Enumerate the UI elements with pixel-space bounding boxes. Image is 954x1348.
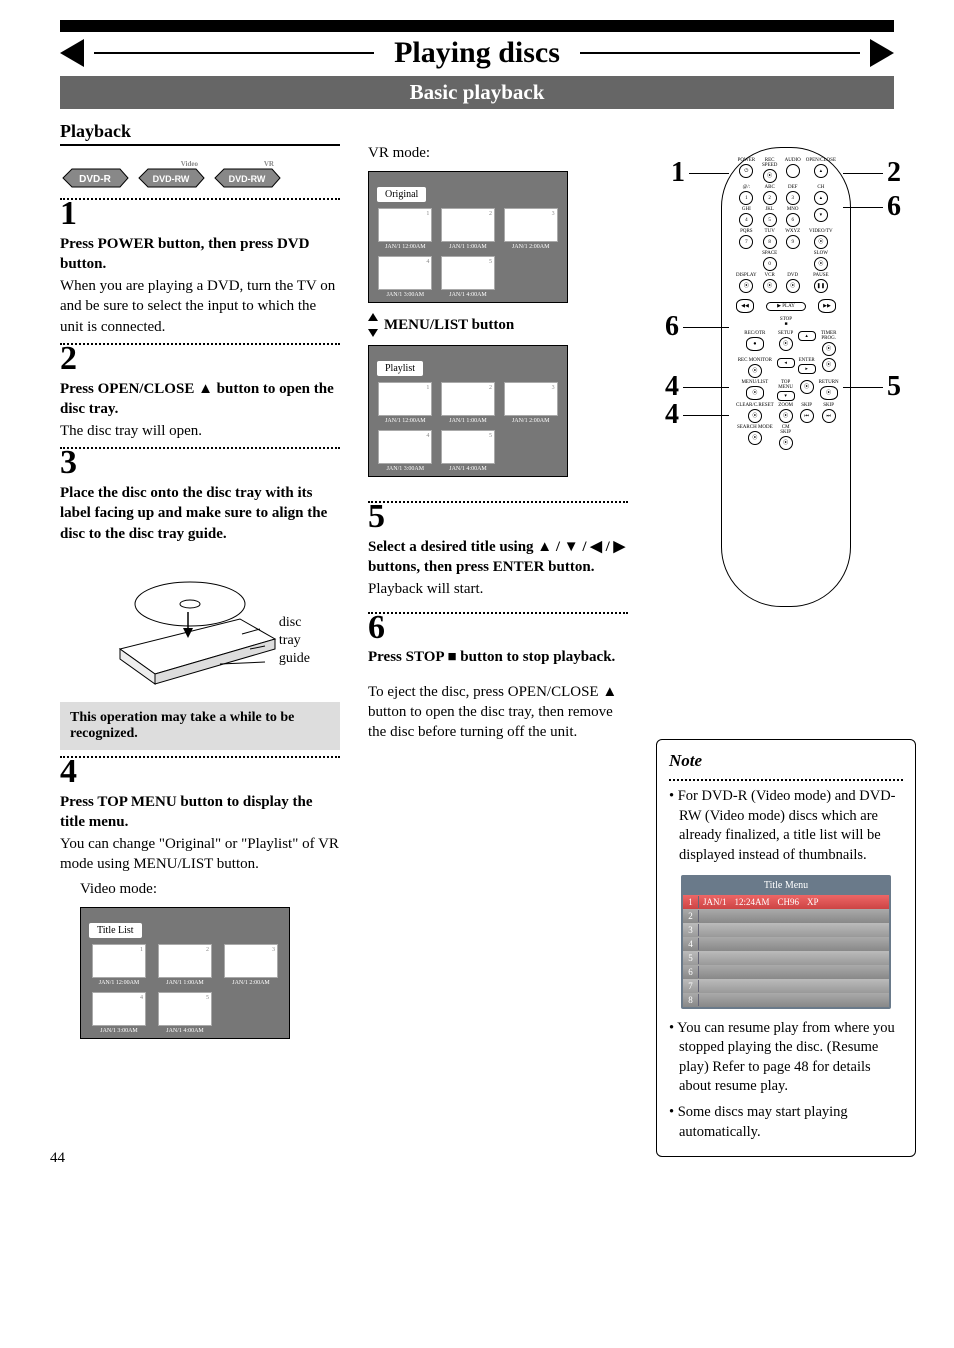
label-guide: guide (279, 650, 310, 668)
original-panel: Original 1JAN/1 12:00AM 2JAN/1 1:00AM 3J… (368, 171, 568, 303)
label-disc: disc (279, 614, 310, 632)
step-2-bold: Press OPEN/CLOSE ▲ button to open the di… (60, 379, 340, 420)
up-down-icon (368, 313, 378, 337)
step-1-number: 1 (60, 196, 340, 232)
separator (669, 779, 903, 781)
top-rule (60, 20, 894, 32)
column-right: POWER⏻ REC SPEED⦿ AUDIO OPEN/CLOSE▴ @/:1… (656, 121, 916, 1157)
page-number: 44 (50, 1150, 65, 1167)
thumb: 3 (224, 944, 278, 978)
step-3-bold: Place the disc onto the disc tray with i… (60, 483, 340, 544)
step-1-body: When you are playing a DVD, turn the TV … (60, 276, 340, 337)
badge-dvdrw-vr: VR DVD-RW (212, 168, 282, 188)
title-list-header: Title List (89, 923, 142, 938)
thumb: 4 (92, 992, 146, 1026)
step-5-bold: Select a desired title using ▲ / ▼ / ◀ /… (368, 537, 628, 578)
title-bar: Playing discs (60, 36, 894, 70)
thumb: 3 (504, 382, 558, 416)
step-3-note: This operation may take a while to be re… (60, 702, 340, 750)
title-menu-row: 7 (683, 979, 889, 993)
step-3-number: 3 (60, 445, 340, 481)
step-5-number: 5 (368, 499, 628, 535)
label-tray: tray (279, 632, 310, 650)
arrow-left-icon (60, 39, 84, 67)
svg-text:DVD-RW: DVD-RW (229, 174, 266, 184)
arrow-right-icon (870, 39, 894, 67)
menu-list-label: MENU/LIST button (384, 317, 514, 334)
step-4-number: 4 (60, 754, 340, 790)
title-menu-row: 2 (683, 909, 889, 923)
thumb: 5 (441, 256, 495, 290)
remote-body: POWER⏻ REC SPEED⦿ AUDIO OPEN/CLOSE▴ @/:1… (721, 147, 851, 607)
thumb: 1 (378, 208, 432, 242)
callout-5: 5 (843, 371, 901, 403)
page-subtitle: Basic playback (60, 76, 894, 109)
callout-1: 1 (671, 157, 729, 189)
step-1-bold: Press POWER button, then press DVD butto… (60, 234, 340, 275)
thumb: 5 (441, 430, 495, 464)
title-menu-row: 3 (683, 923, 889, 937)
callout-6r: 6 (843, 191, 901, 223)
callout-2: 2 (843, 157, 901, 189)
note-item: Some discs may start playing automatical… (669, 1103, 903, 1142)
step-2-number: 2 (60, 341, 340, 377)
thumb: 2 (441, 382, 495, 416)
note-heading: Note (669, 750, 903, 773)
thumb: 1 (92, 944, 146, 978)
thumb: 4 (378, 430, 432, 464)
thumb: 2 (441, 208, 495, 242)
playlist-panel: Playlist 1JAN/1 12:00AM 2JAN/1 1:00AM 3J… (368, 345, 568, 477)
remote-diagram: POWER⏻ REC SPEED⦿ AUDIO OPEN/CLOSE▴ @/:1… (671, 139, 901, 619)
page-title: Playing discs (384, 36, 570, 70)
callout-4b: 4 (665, 399, 729, 431)
title-menu-row: 5 (683, 951, 889, 965)
step-4-bold: Press TOP MENU button to display the tit… (60, 792, 340, 833)
callout-6l: 6 (665, 311, 729, 343)
note-item: For DVD-R (Video mode) and DVD-RW (Video… (669, 787, 903, 865)
note-box: Note For DVD-R (Video mode) and DVD-RW (… (656, 739, 916, 1157)
title-menu-panel: Title Menu 1JAN/112:24AMCH96XP 2 3 4 5 6… (681, 875, 891, 1009)
original-header: Original (377, 187, 426, 202)
title-list-panel: Title List 1JAN/1 12:00AM 2JAN/1 1:00AM … (80, 907, 290, 1039)
column-middle: VR mode: Original 1JAN/1 12:00AM 2JAN/1 … (368, 121, 628, 1157)
video-mode-label: Video mode: (80, 879, 340, 899)
thumb: 4 (378, 256, 432, 290)
step-6-body: To eject the disc, press OPEN/CLOSE ▲ bu… (368, 682, 628, 743)
step-6-bold: Press STOP ■ button to stop playback. (368, 647, 628, 667)
column-left: Playback DVD-R Video DVD-RW VR DVD-RW 1 … (60, 121, 340, 1157)
title-menu-header: Title Menu (683, 877, 889, 895)
badge-dvdrw-video: Video DVD-RW (136, 168, 206, 188)
title-menu-row: 6 (683, 965, 889, 979)
step-2-body: The disc tray will open. (60, 421, 340, 441)
vr-mode-label: VR mode: (368, 143, 628, 163)
title-menu-row: 1JAN/112:24AMCH96XP (683, 895, 889, 909)
svg-text:DVD-RW: DVD-RW (153, 174, 190, 184)
note-item: You can resume play from where you stopp… (669, 1019, 903, 1097)
thumb: 5 (158, 992, 212, 1026)
thumb: 3 (504, 208, 558, 242)
thumb: 2 (158, 944, 212, 978)
step-5-body: Playback will start. (368, 579, 628, 599)
disc-badges: DVD-R Video DVD-RW VR DVD-RW (60, 168, 340, 188)
step-4-body: You can change "Original" or "Playlist" … (60, 834, 340, 875)
menu-list-row: MENU/LIST button (368, 313, 628, 337)
title-menu-row: 8 (683, 993, 889, 1007)
disc-tray-illustration: disc tray guide (100, 554, 300, 694)
playlist-header: Playlist (377, 361, 423, 376)
thumb: 1 (378, 382, 432, 416)
badge-dvdr: DVD-R (60, 168, 130, 188)
step-6-number: 6 (368, 610, 628, 646)
title-menu-row: 4 (683, 937, 889, 951)
svg-text:DVD-R: DVD-R (79, 174, 111, 185)
section-heading: Playback (60, 121, 340, 146)
